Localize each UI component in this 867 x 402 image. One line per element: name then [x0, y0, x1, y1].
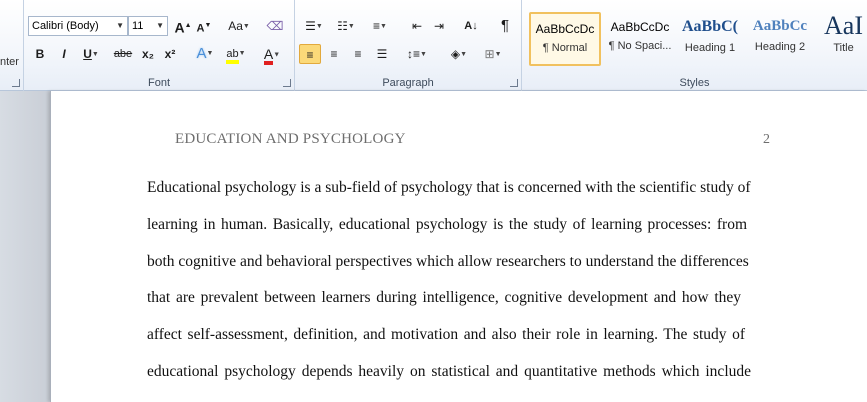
body-text-line[interactable]: both cognitive and behavioral perspectiv…: [147, 253, 749, 271]
align-center-icon: ≡: [330, 47, 338, 61]
bullets-button[interactable]: ☰▼: [301, 16, 327, 36]
paste-format-painter-label[interactable]: nter: [0, 56, 19, 68]
font-name-value: Calibri (Body): [32, 20, 99, 32]
show-formatting-marks-button[interactable]: ¶: [495, 16, 515, 36]
style-no-spacing[interactable]: AaBbCcDc ¶ No Spaci...: [604, 12, 676, 66]
increase-indent-icon: ⇥: [433, 19, 445, 33]
font-group-label: Font: [147, 77, 170, 89]
align-center-button[interactable]: ≡: [323, 44, 345, 64]
subscript-icon: x₂: [141, 47, 154, 61]
align-right-button[interactable]: ≡: [347, 44, 369, 64]
document-area: EDUCATION AND PSYCHOLOGY 2 Educational p…: [0, 91, 867, 402]
style-name: Title: [833, 42, 854, 54]
decrease-indent-icon: ⇤: [411, 19, 423, 33]
clipboard-group: nter: [0, 0, 24, 91]
style-sample: AaBbCcDc: [610, 20, 670, 34]
borders-icon: ⊞: [484, 47, 495, 61]
clear-formatting-button[interactable]: ⌫: [264, 16, 286, 36]
font-size-combo[interactable]: 11 ▼: [128, 16, 168, 36]
font-group: Calibri (Body) ▼ 11 ▼ A▲ A▼ Aa▼ ⌫ B I U▼…: [24, 0, 295, 91]
clear-formatting-icon: ⌫: [266, 19, 284, 33]
highlight-button[interactable]: ab▼: [222, 44, 250, 64]
body-text-line[interactable]: Educational psychology is a sub-field of…: [147, 179, 751, 197]
chevron-down-icon: ▼: [116, 21, 124, 30]
shading-button[interactable]: ◈▼: [445, 44, 473, 64]
shrink-font-icon: A: [196, 22, 205, 35]
line-spacing-button[interactable]: ↕≡▼: [403, 44, 431, 64]
justify-button[interactable]: ☰: [371, 44, 393, 64]
decrease-indent-button[interactable]: ⇤: [407, 16, 427, 36]
sort-button[interactable]: A↓: [461, 16, 481, 36]
multilevel-list-icon: ≡: [373, 19, 381, 33]
body-text-line[interactable]: educational psychology depends heavily o…: [147, 363, 751, 381]
highlight-icon: ab: [226, 48, 239, 64]
style-name: ¶ No Spaci...: [608, 40, 672, 52]
grow-font-button[interactable]: A▲: [174, 16, 192, 36]
paragraph-group-label: Paragraph: [382, 77, 434, 89]
body-text-line[interactable]: affect self-assessment, definition, and …: [147, 326, 745, 344]
align-right-icon: ≡: [354, 47, 362, 61]
change-case-icon: Aa: [228, 19, 243, 33]
shrink-font-button[interactable]: A▼: [196, 16, 212, 36]
subscript-button[interactable]: x₂: [138, 44, 158, 64]
pilcrow-icon: ¶: [500, 17, 510, 34]
body-text-line[interactable]: learning in human. Basically, educationa…: [147, 216, 747, 234]
strikethrough-button[interactable]: abe: [112, 44, 134, 64]
italic-button[interactable]: I: [56, 44, 72, 64]
body-text-line[interactable]: that are prevalent between learners duri…: [147, 289, 741, 307]
styles-group-label: Styles: [679, 77, 710, 89]
style-sample: AaBbC(: [681, 18, 738, 35]
font-color-icon: A: [263, 47, 274, 65]
line-spacing-icon: ↕≡: [407, 47, 421, 61]
font-name-combo[interactable]: Calibri (Body) ▼: [28, 16, 128, 36]
text-effects-icon: A: [196, 45, 207, 62]
style-name: Heading 1: [684, 42, 736, 54]
bold-icon: B: [35, 47, 45, 61]
font-size-value: 11: [132, 20, 144, 32]
style-heading-1[interactable]: AaBbC( Heading 1: [678, 12, 742, 66]
underline-button[interactable]: U▼: [80, 44, 102, 64]
clipboard-dialog-launcher-icon[interactable]: [12, 79, 20, 87]
numbering-button[interactable]: ☷▼: [333, 16, 359, 36]
superscript-icon: x²: [164, 47, 176, 61]
style-sample: AaBbCcDc: [535, 22, 595, 36]
borders-button[interactable]: ⊞▼: [479, 44, 507, 64]
style-name: ¶ Normal: [542, 42, 588, 54]
superscript-button[interactable]: x²: [160, 44, 180, 64]
text-effects-button[interactable]: A▼: [192, 44, 218, 64]
style-sample: AaI: [824, 12, 863, 40]
paragraph-group: ☰▼ ☷▼ ≡▼ ⇤ ⇥ A↓ ¶ ≡ ≡ ≡ ☰ ↕≡▼ ◈▼ ⊞▼ Para…: [295, 0, 522, 91]
increase-indent-button[interactable]: ⇥: [429, 16, 449, 36]
shading-bucket-icon: ◈: [450, 47, 461, 61]
change-case-button[interactable]: Aa▼: [226, 16, 252, 36]
chevron-down-icon: ▼: [156, 21, 164, 30]
bold-button[interactable]: B: [32, 44, 48, 64]
align-left-icon: ≡: [306, 48, 314, 62]
styles-group: AaBbCcDc ¶ Normal AaBbCcDc ¶ No Spaci...…: [522, 0, 867, 91]
ribbon: nter Calibri (Body) ▼ 11 ▼ A▲ A▼ Aa▼ ⌫ B…: [0, 0, 867, 91]
align-left-button[interactable]: ≡: [299, 44, 321, 64]
style-heading-2[interactable]: AaBbCc Heading 2: [746, 12, 814, 66]
left-margin-gutter: [0, 91, 50, 402]
document-page[interactable]: EDUCATION AND PSYCHOLOGY 2 Educational p…: [50, 91, 867, 402]
paragraph-dialog-launcher-icon[interactable]: [510, 79, 518, 87]
grow-font-icon: A: [174, 19, 185, 36]
multilevel-list-button[interactable]: ≡▼: [367, 16, 393, 36]
style-normal[interactable]: AaBbCcDc ¶ Normal: [529, 12, 601, 66]
justify-icon: ☰: [376, 47, 388, 61]
underline-icon: U: [83, 47, 92, 61]
italic-icon: I: [62, 47, 66, 61]
strikethrough-icon: abe: [113, 48, 133, 60]
bullet-list-icon: ☰: [305, 19, 316, 33]
page-number: 2: [763, 132, 770, 147]
page-header[interactable]: EDUCATION AND PSYCHOLOGY: [175, 131, 406, 148]
style-name: Heading 2: [754, 41, 806, 53]
numbered-list-icon: ☷: [337, 19, 348, 33]
sort-icon: A↓: [464, 20, 478, 32]
font-dialog-launcher-icon[interactable]: [283, 79, 291, 87]
style-title[interactable]: AaI Title: [820, 12, 867, 66]
font-color-button[interactable]: A▼: [258, 44, 286, 65]
style-sample: AaBbCc: [752, 18, 808, 34]
